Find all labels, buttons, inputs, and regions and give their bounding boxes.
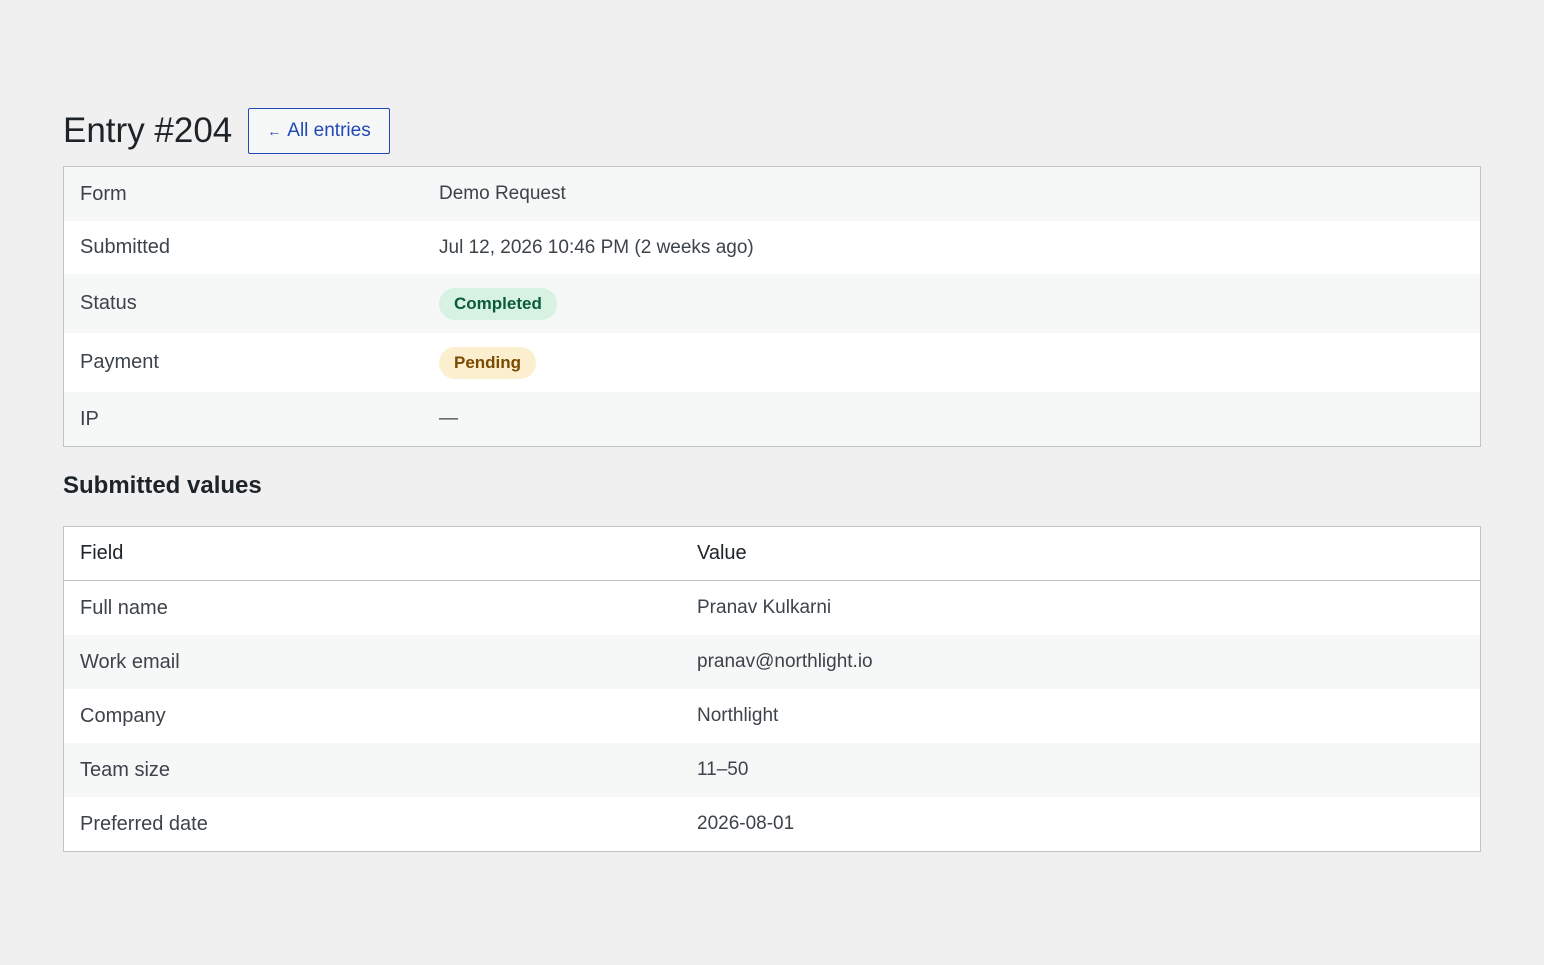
field-cell: Preferred date — [80, 812, 208, 835]
meta-row-status: Status Completed — [64, 274, 1480, 333]
table-row: Team size 11–50 — [64, 743, 1480, 797]
value-cell: pranav@northlight.io — [697, 651, 873, 672]
all-entries-button[interactable]: ← All entries — [248, 108, 390, 154]
meta-value: Completed — [439, 287, 557, 320]
page-header: Entry #204 ← All entries — [63, 106, 1481, 156]
field-cell: Full name — [80, 596, 168, 619]
meta-label: Submitted — [80, 236, 171, 258]
field-cell: Team size — [80, 758, 171, 781]
value-cell: 11–50 — [697, 759, 749, 780]
meta-label: IP — [80, 407, 99, 430]
value-cell: Northlight — [697, 705, 779, 726]
meta-row-form: Form Demo Request — [64, 167, 1480, 221]
meta-row-ip: IP — — [64, 392, 1480, 446]
table-header-row: Field Value — [64, 527, 1480, 581]
meta-row-payment: Payment Pending — [64, 333, 1480, 392]
meta-value: Pending — [439, 346, 537, 379]
field-cell: Company — [80, 704, 166, 727]
table-row: Full name Pranav Kulkarni — [64, 581, 1480, 635]
value-cell: 2026-08-01 — [697, 813, 795, 834]
page-title: Entry #204 — [63, 111, 233, 150]
meta-value: — — [439, 408, 458, 429]
all-entries-label: All entries — [287, 120, 371, 141]
section-heading: Submitted values — [63, 472, 262, 499]
table-row: Company Northlight — [64, 689, 1480, 743]
back-arrow-icon: ← — [267, 123, 282, 139]
submitted-values-table: Field Value Full name Pranav Kulkarni Wo… — [63, 526, 1481, 852]
meta-label: Payment — [80, 351, 159, 373]
column-header-field: Field — [80, 542, 124, 564]
entry-meta-table: Form Demo Request Submitted Jul 12, 2026… — [63, 166, 1481, 447]
value-cell: Pranav Kulkarni — [697, 597, 832, 618]
table-row: Preferred date 2026-08-01 — [64, 797, 1480, 851]
meta-row-submitted: Submitted Jul 12, 2026 10:46 PM (2 weeks… — [64, 221, 1480, 274]
entry-detail-page: Entry #204 ← All entries Form Demo Reque… — [63, 106, 1481, 852]
table-body: Full name Pranav Kulkarni Work email pra… — [64, 581, 1480, 851]
meta-value: Jul 12, 2026 10:46 PM (2 weeks ago) — [439, 236, 754, 258]
table-row: Work email pranav@northlight.io — [64, 635, 1480, 689]
meta-label: Status — [80, 292, 137, 314]
status-badge: Completed — [439, 287, 557, 320]
meta-value: Demo Request — [439, 183, 566, 204]
meta-label: Form — [80, 182, 127, 205]
column-header-value: Value — [697, 542, 747, 564]
field-cell: Work email — [80, 650, 180, 673]
payment-badge: Pending — [439, 346, 537, 379]
